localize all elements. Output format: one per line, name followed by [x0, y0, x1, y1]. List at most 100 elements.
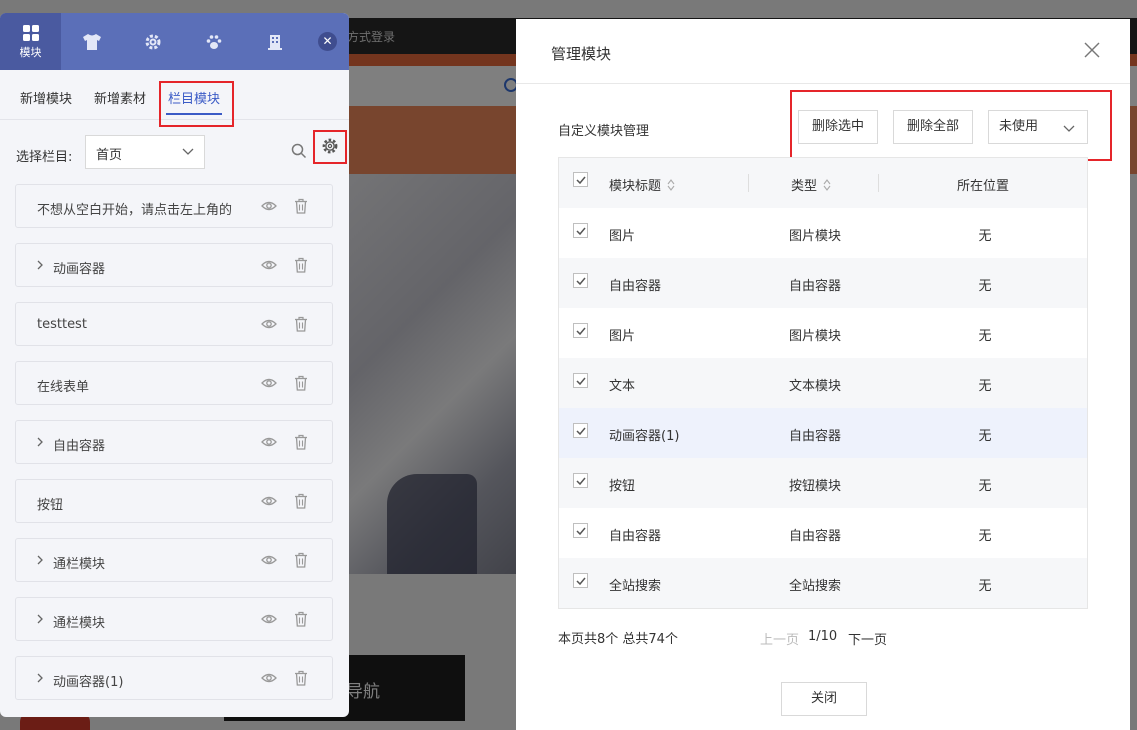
chevron-right-icon[interactable] [36, 672, 44, 684]
row-checkbox[interactable] [573, 423, 588, 438]
cell-title: 自由容器 [609, 529, 662, 544]
row-checkbox[interactable] [573, 373, 588, 388]
sort-icon[interactable] [667, 178, 675, 191]
table-row[interactable]: 动画容器(1) 自由容器 无 [559, 408, 1087, 458]
column-module-list: 不想从空白开始，请点击左上角的 动画容器 testtest 在线表单 自由容器 … [15, 184, 333, 715]
row-checkbox[interactable] [573, 273, 588, 288]
table-row[interactable]: 全站搜索 全站搜索 无 [559, 558, 1087, 608]
tab-settings[interactable] [122, 13, 183, 70]
cell-title: 图片 [609, 329, 636, 344]
trash-icon[interactable] [294, 316, 308, 332]
eye-icon[interactable] [261, 613, 277, 625]
cell-type: 按钮模块 [788, 479, 841, 494]
column-header-type[interactable]: 类型 [791, 175, 831, 194]
cell-title: 图片 [609, 229, 636, 244]
cell-type: 自由容器 [788, 279, 841, 294]
eye-icon[interactable] [261, 318, 277, 330]
trash-icon[interactable] [294, 198, 308, 214]
panel-close-button[interactable]: ✕ [318, 32, 337, 51]
cell-title: 按钮 [609, 479, 636, 494]
list-item[interactable]: 不想从空白开始，请点击左上角的 [15, 184, 333, 228]
table-row[interactable]: 自由容器 自由容器 无 [559, 258, 1087, 308]
cell-location: 无 [978, 379, 992, 394]
list-item[interactable]: 通栏模块 [15, 538, 333, 582]
list-item[interactable]: 自由容器 [15, 420, 333, 464]
row-checkbox[interactable] [573, 473, 588, 488]
cell-location: 无 [978, 329, 992, 344]
tab-modules[interactable]: 模块 [0, 13, 61, 70]
header-divider [748, 174, 749, 192]
row-checkbox[interactable] [573, 323, 588, 338]
next-page-link[interactable]: 下一页 [848, 629, 887, 648]
list-item[interactable]: 通栏模块 [15, 597, 333, 641]
pagination-summary: 本页共8个 总共74个 [558, 632, 678, 647]
manage-modules-dialog: 管理模块 自定义模块管理 删除选中 删除全部 未使用 模块标题 类型 所在位置 [516, 19, 1130, 730]
list-item-label: 通栏模块 [53, 616, 106, 631]
trash-icon[interactable] [294, 670, 308, 686]
chevron-right-icon[interactable] [36, 613, 44, 625]
column-header-title[interactable]: 模块标题 [609, 175, 675, 194]
list-item[interactable]: 动画容器(1) [15, 656, 333, 700]
select-all-checkbox[interactable] [573, 172, 588, 187]
eye-icon[interactable] [261, 377, 277, 389]
table-row[interactable]: 图片 图片模块 无 [559, 208, 1087, 258]
search-icon[interactable] [291, 143, 307, 159]
trash-icon[interactable] [294, 611, 308, 627]
list-item[interactable]: 按钮 [15, 479, 333, 523]
check-icon [576, 176, 586, 185]
cell-location: 无 [978, 479, 992, 494]
subtab-add-material[interactable]: 新增素材 [94, 88, 146, 107]
list-item[interactable]: testtest [15, 302, 333, 346]
cell-type: 自由容器 [788, 529, 841, 544]
cell-location: 无 [978, 579, 992, 594]
cell-location: 无 [978, 429, 992, 444]
dialog-close-button[interactable]: 关闭 [781, 682, 867, 716]
table-row[interactable]: 图片 图片模块 无 [559, 308, 1087, 358]
trash-icon[interactable] [294, 257, 308, 273]
row-checkbox[interactable] [573, 523, 588, 538]
sort-icon[interactable] [823, 178, 831, 191]
eye-icon[interactable] [261, 259, 277, 271]
cell-title: 自由容器 [609, 279, 662, 294]
table-row[interactable]: 按钮 按钮模块 无 [559, 458, 1087, 508]
list-item[interactable]: 动画容器 [15, 243, 333, 287]
cell-title: 文本 [609, 379, 636, 394]
column-select[interactable]: 首页 [85, 135, 205, 169]
chevron-down-icon [182, 148, 194, 155]
module-panel: 模块 ✕ 新增模块 新增素材 栏目模块 选择栏目: 首页 不想从空白开始，请点击… [0, 13, 349, 717]
list-item-label: 动画容器 [53, 262, 106, 277]
eye-icon[interactable] [261, 554, 277, 566]
tab-style[interactable] [61, 13, 122, 70]
list-item-label: 动画容器(1) [53, 675, 124, 690]
close-icon[interactable] [1084, 42, 1100, 58]
subtab-add-module[interactable]: 新增模块 [20, 88, 72, 107]
prev-page-link[interactable]: 上一页 [760, 629, 799, 648]
row-checkbox[interactable] [573, 573, 588, 588]
list-item-label: 按钮 [37, 498, 64, 513]
cell-title: 动画容器(1) [609, 429, 680, 444]
trash-icon[interactable] [294, 552, 308, 568]
eye-icon[interactable] [261, 436, 277, 448]
table-row[interactable]: 自由容器 自由容器 无 [559, 508, 1087, 558]
cell-type: 全站搜索 [788, 579, 841, 594]
chevron-right-icon[interactable] [36, 436, 44, 448]
eye-icon[interactable] [261, 200, 277, 212]
eye-icon[interactable] [261, 672, 277, 684]
column-select-value: 首页 [96, 148, 123, 163]
trash-icon[interactable] [294, 375, 308, 391]
column-header-location-label: 所在位置 [957, 179, 1010, 194]
tab-paw[interactable] [183, 13, 244, 70]
row-checkbox[interactable] [573, 223, 588, 238]
check-icon [576, 577, 586, 586]
check-icon [576, 227, 586, 236]
trash-icon[interactable] [294, 493, 308, 509]
chevron-right-icon[interactable] [36, 554, 44, 566]
trash-icon[interactable] [294, 434, 308, 450]
chevron-right-icon[interactable] [36, 259, 44, 271]
eye-icon[interactable] [261, 495, 277, 507]
list-item[interactable]: 在线表单 [15, 361, 333, 405]
building-icon [267, 34, 282, 50]
tab-building[interactable] [244, 13, 305, 70]
table-row[interactable]: 文本 文本模块 无 [559, 358, 1087, 408]
check-icon [576, 327, 586, 336]
